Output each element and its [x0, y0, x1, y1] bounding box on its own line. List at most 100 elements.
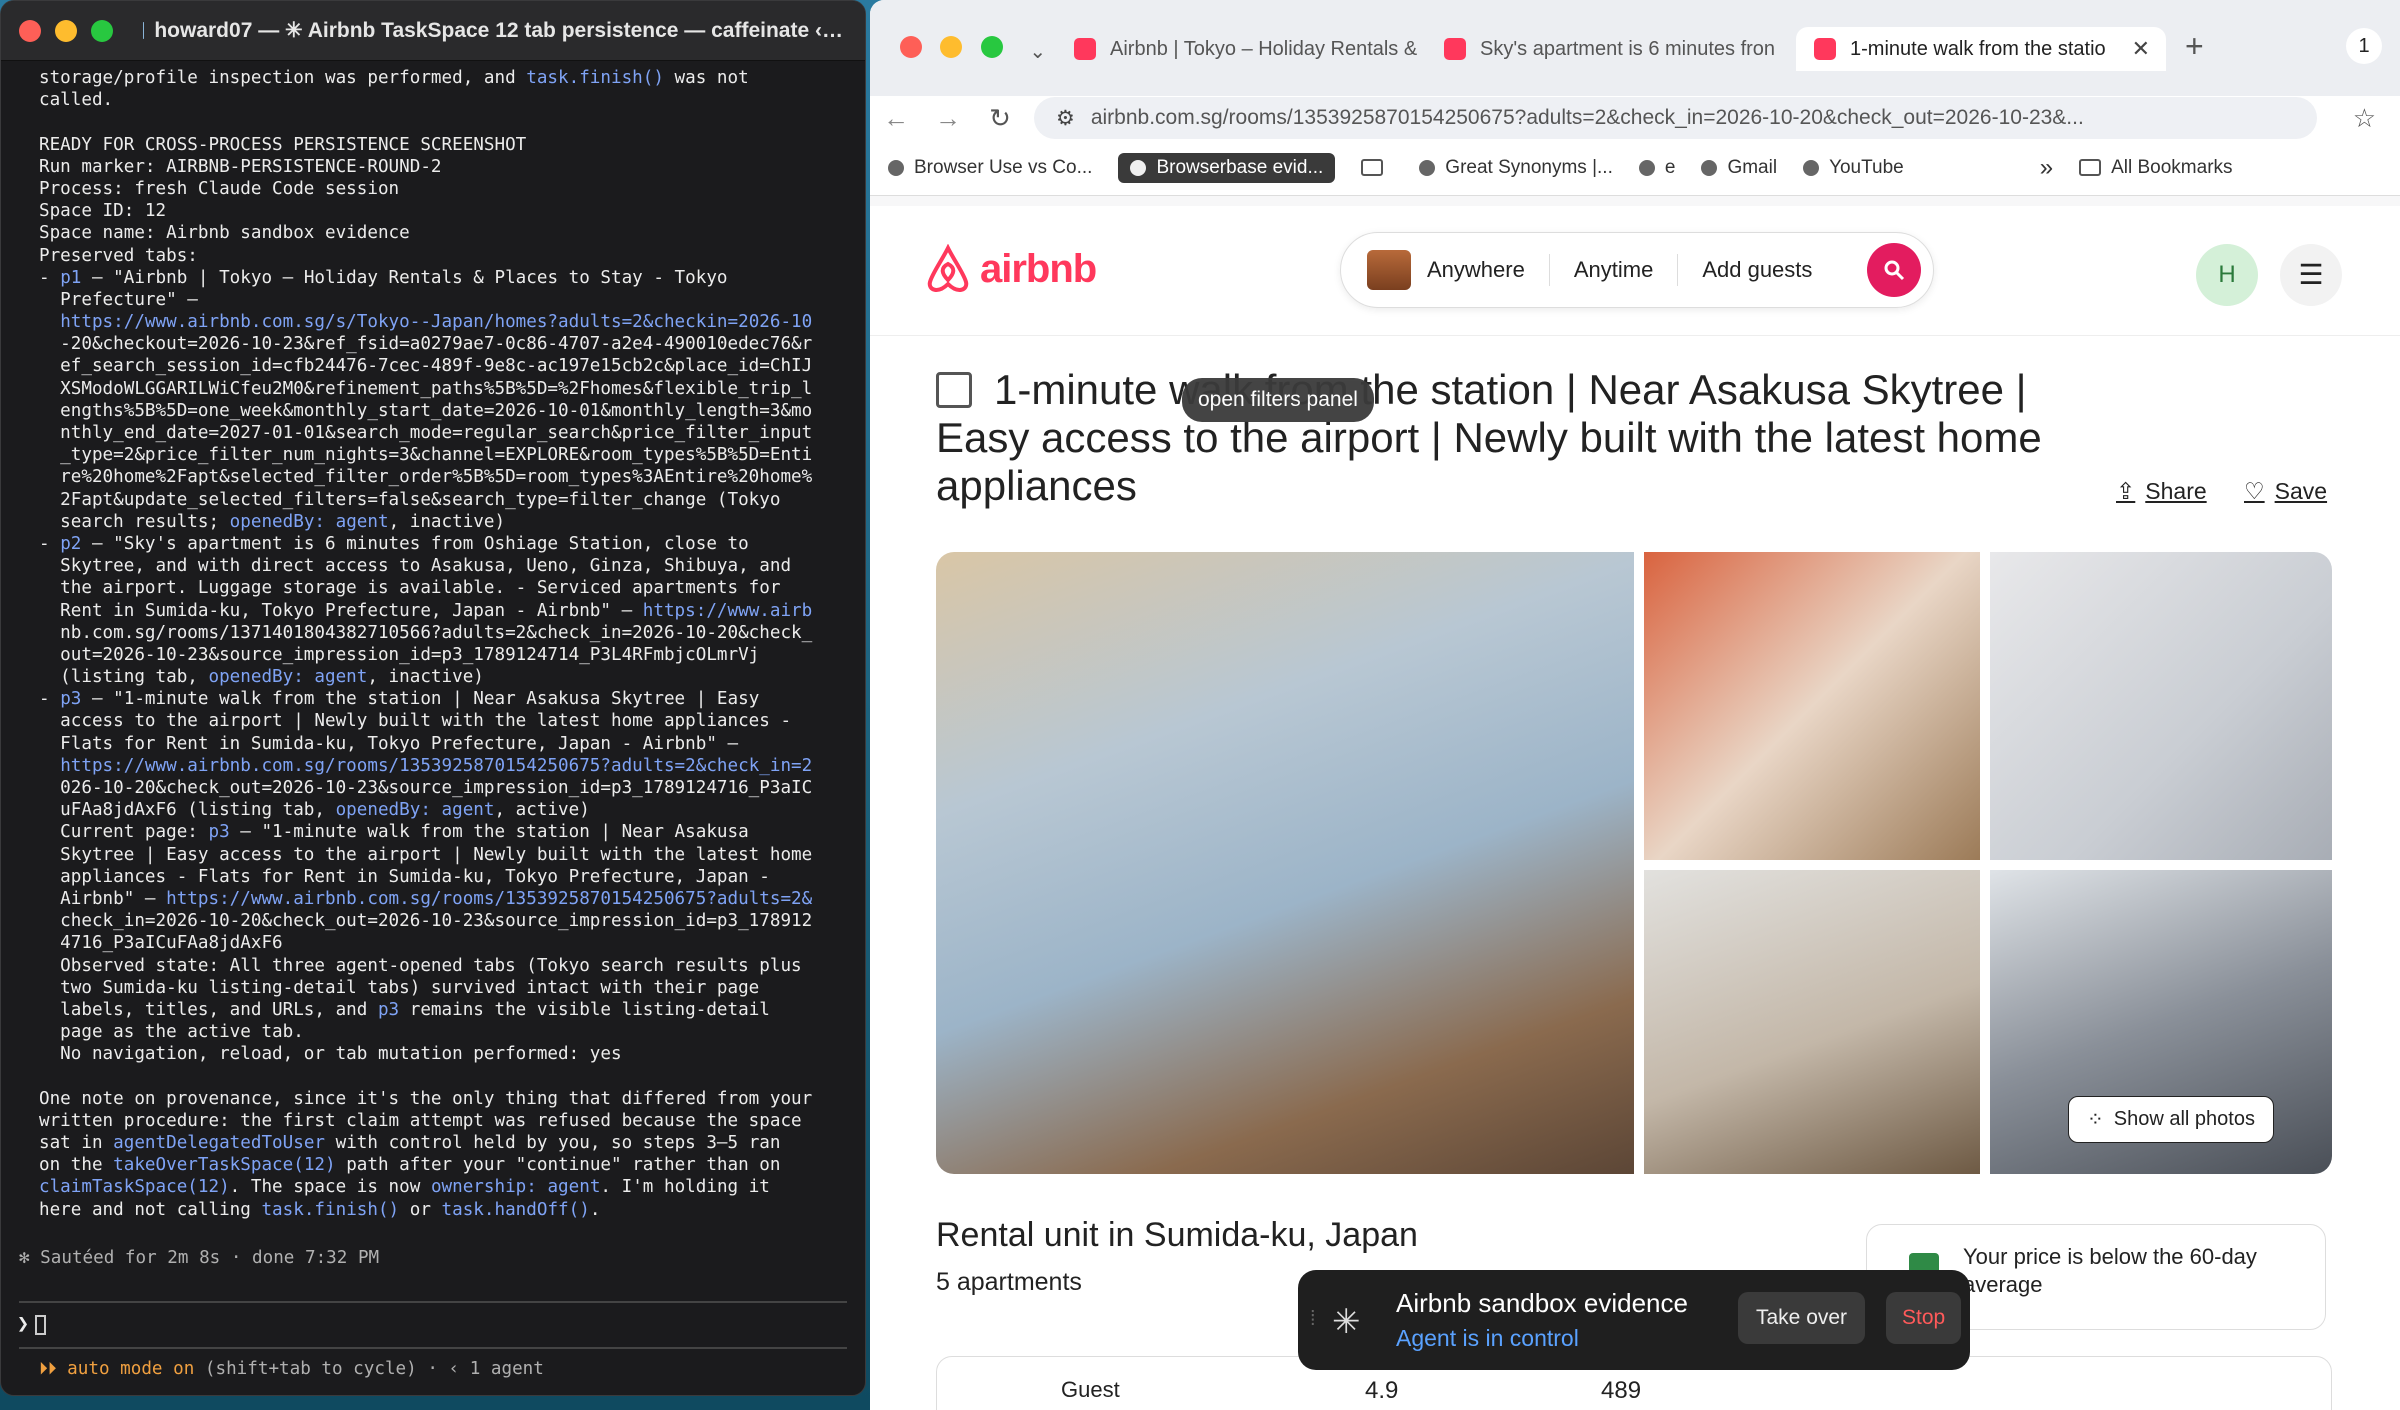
- profile-badge[interactable]: 1: [2346, 28, 2382, 64]
- terminal-line: https://www.airbnb.com.sg/rooms/13539258…: [60, 755, 813, 776]
- tab-search-chevron-icon[interactable]: ⌄: [1029, 41, 1046, 63]
- bookmark-favicon-icon: [888, 159, 904, 176]
- minimize-button[interactable]: [55, 19, 77, 42]
- close-tab-icon[interactable]: ✕: [2132, 36, 2150, 62]
- zoom-button[interactable]: [980, 36, 1003, 58]
- terminal-line: re%20home%2Fapt&selected_filter_order%5B…: [39, 467, 813, 488]
- heart-icon: ♡: [2244, 478, 2265, 504]
- terminal-line: engths%5B%5D=one_week&monthly_start_date…: [39, 400, 813, 421]
- terminal-title-text: howard07 — ✳ Airbnb TaskSpace 12 tab per…: [154, 19, 843, 42]
- terminal-line: two Sumida-ku listing-detail tabs) survi…: [39, 977, 760, 998]
- translate-icon: [936, 372, 972, 408]
- bookmark-item[interactable]: e: [1638, 157, 1675, 179]
- agent-action-tooltip: open filters panel: [1182, 378, 1374, 422]
- folder-icon: [2079, 159, 2102, 176]
- terminal-line: _type=2&price_filter_num_nights=3&channe…: [39, 445, 813, 466]
- search-icon: [1884, 260, 1905, 281]
- bookmarks-bar: Browser Use vs Co... Browserbase evid...…: [870, 140, 2400, 196]
- stop-button[interactable]: Stop: [1886, 1292, 1962, 1344]
- close-button[interactable]: [900, 36, 922, 58]
- tab-airbnb-tokyo[interactable]: Airbnb | Tokyo – Holiday Rentals &: [1056, 27, 1426, 71]
- address-row: ← → ↻ ⚙ airbnb.com.sg/rooms/1353925870154…: [870, 96, 2400, 140]
- text-cursor: [35, 1314, 47, 1335]
- terminal-line: labels, titles, and URLs, and p3 remains…: [39, 999, 770, 1020]
- agent-status: Agent is in control: [1396, 1325, 1579, 1351]
- bookmark-label: Browserbase evid...: [1156, 156, 1324, 178]
- tab-skys-apartment[interactable]: Sky's apartment is 6 minutes fron: [1426, 27, 1796, 71]
- divider: [1548, 254, 1550, 286]
- price-notice-text: Your price is below the 60-day average: [1963, 1244, 2257, 1297]
- terminal-line: Run marker: AIRBNB-PERSISTENCE-ROUND-2: [39, 156, 442, 177]
- terminal-line: appliances - Flats for Rent in Sumida-ku…: [39, 866, 770, 887]
- terminal-line: https://www.airbnb.com.sg/s/Tokyo--Japan…: [60, 312, 813, 333]
- close-button[interactable]: [19, 19, 41, 42]
- zoom-button[interactable]: [91, 19, 113, 42]
- listing-title-text: 1-minute walk from the station | Near As…: [936, 366, 2042, 509]
- forward-arrow-icon[interactable]: →: [922, 103, 974, 134]
- add-guests-button[interactable]: Add guests: [1702, 257, 1812, 283]
- globe-icon: [1638, 159, 1655, 176]
- bookmark-label: Gmail: [1727, 156, 1778, 178]
- share-button[interactable]: ⇪ Share: [2116, 478, 2207, 505]
- terminal-line: Skytree | Easy access to the airport | N…: [39, 844, 813, 865]
- save-label: Save: [2274, 478, 2328, 504]
- more-bookmarks-button[interactable]: »: [2040, 154, 2053, 182]
- search-bar[interactable]: Anywhere Anytime Add guests: [1340, 232, 1934, 308]
- all-bookmarks-button[interactable]: All Bookmarks: [2079, 157, 2233, 179]
- save-button[interactable]: ♡ Save: [2244, 478, 2327, 505]
- share-label: Share: [2145, 478, 2207, 504]
- avatar[interactable]: H: [2196, 244, 2258, 306]
- bookmark-item[interactable]: Browserbase evid...: [1118, 152, 1336, 183]
- new-tab-button[interactable]: +: [2185, 28, 2204, 65]
- photo-2[interactable]: [1644, 552, 1980, 860]
- terminal-line: XSModoWLGGARILWiCfeu2M0&refinement_paths…: [39, 378, 813, 399]
- minimize-button[interactable]: [940, 36, 963, 58]
- terminal-line: nb.com.sg/rooms/1371401804382710566?adul…: [39, 622, 813, 643]
- terminal-line: nthly_end_date=2027-01-01&search_mode=re…: [39, 423, 813, 443]
- show-all-photos-button[interactable]: ⁘ Show all photos: [2068, 1096, 2274, 1143]
- terminal-line: ef_search_session_id=cfb24476-7cec-489f-…: [39, 356, 813, 377]
- bookmark-folder[interactable]: [1361, 159, 1393, 176]
- take-over-button[interactable]: Take over: [1738, 1292, 1866, 1344]
- terminal-line: (listing tab, openedBy: agent, inactive): [39, 667, 484, 688]
- terminal-line: search results; openedBy: agent, inactiv…: [39, 511, 506, 532]
- url-bar[interactable]: ⚙ airbnb.com.sg/rooms/1353925870154250675…: [1034, 97, 2317, 139]
- airbnb-favicon-icon: [1074, 38, 1096, 60]
- globe-icon: [1701, 159, 1718, 176]
- url-text: airbnb.com.sg/rooms/1353925870154250675?…: [1090, 106, 2084, 129]
- airbnb-logo[interactable]: airbnb: [924, 244, 1097, 294]
- anywhere-button[interactable]: Anywhere: [1427, 257, 1525, 283]
- bookmark-item[interactable]: Gmail: [1701, 157, 1777, 179]
- terminal-line: Process: fresh Claude Code session: [39, 178, 400, 199]
- bookmark-star-icon[interactable]: ☆: [2353, 103, 2376, 134]
- window-controls: ⌄: [900, 36, 1046, 64]
- bookmark-item[interactable]: Great Synonyms |...: [1419, 157, 1613, 179]
- photo-3[interactable]: [1990, 552, 2332, 860]
- anytime-button[interactable]: Anytime: [1574, 257, 1653, 283]
- terminal-line: claimTaskSpace(12). The space is now own…: [39, 1177, 770, 1198]
- bookmark-item[interactable]: YouTube: [1803, 157, 1904, 179]
- tab-one-minute-walk[interactable]: 1-minute walk from the statio ✕: [1796, 27, 2166, 71]
- photo-main[interactable]: [936, 552, 1634, 1174]
- site-settings-icon[interactable]: ⚙: [1056, 106, 1075, 131]
- bookmark-label: Browser Use vs Co...: [914, 156, 1093, 178]
- bookmark-item[interactable]: Browser Use vs Co...: [888, 157, 1092, 179]
- agent-control-bar: ⁞ ✳ Airbnb sandbox evidence Agent is in …: [1298, 1270, 1970, 1370]
- photo-4[interactable]: [1644, 870, 1980, 1174]
- rental-type: Rental unit in Sumida-ku, Japan: [936, 1216, 1418, 1254]
- site-header: airbnb Anywhere Anytime Add guests H ☰: [870, 206, 2400, 336]
- spinner-icon: ✳: [1332, 1303, 1361, 1341]
- tab-label: 1-minute walk from the statio: [1850, 37, 2106, 60]
- hamburger-menu-icon[interactable]: ☰: [2280, 244, 2342, 306]
- globe-icon: [1419, 159, 1436, 176]
- drag-handle-icon[interactable]: ⁞: [1310, 1308, 1316, 1331]
- prompt-input[interactable]: ❯: [17, 1311, 47, 1335]
- search-button[interactable]: [1867, 243, 1921, 297]
- terminal-line: 2Fapt&update_selected_filters=false&sear…: [39, 489, 781, 510]
- back-arrow-icon[interactable]: ←: [870, 103, 922, 134]
- terminal-title: howard07 — ✳ Airbnb TaskSpace 12 tab per…: [143, 18, 843, 43]
- reload-icon[interactable]: ↻: [974, 103, 1026, 134]
- mode-hint: (shift+tab to cycle) · ‹ 1 agent: [194, 1359, 544, 1379]
- terminal-line: Rent in Sumida-ku, Tokyo Prefecture, Jap…: [39, 600, 813, 621]
